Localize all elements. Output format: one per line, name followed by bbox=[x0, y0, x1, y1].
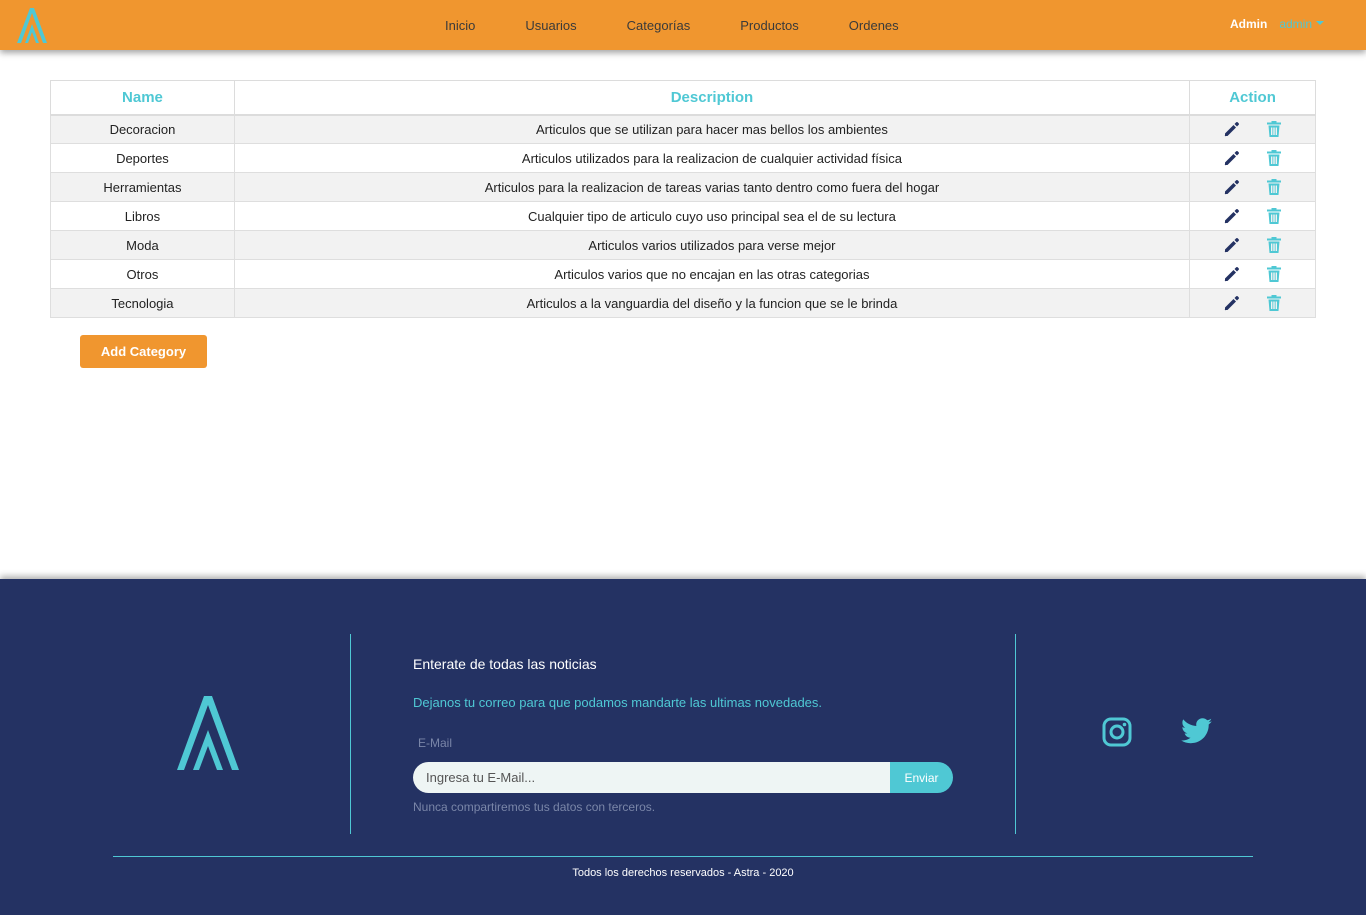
newsletter-subtitle: Dejanos tu correo para que podamos manda… bbox=[413, 695, 823, 710]
category-name: Otros bbox=[50, 259, 235, 289]
category-name: Moda bbox=[50, 230, 235, 260]
footer-divider-left bbox=[350, 634, 351, 834]
nav-links: Inicio Usuarios Categorías Productos Ord… bbox=[420, 0, 924, 50]
category-description: Articulos varios que no encajan en las o… bbox=[233, 259, 1191, 289]
table-row: Herramientas Articulos para la realizacio… bbox=[50, 172, 1316, 202]
newsletter-title: Enterate de todas las noticias bbox=[413, 656, 597, 672]
category-description: Cualquier tipo de articulo cuyo uso prin… bbox=[233, 201, 1191, 231]
trash-icon[interactable] bbox=[1265, 120, 1283, 138]
category-name: Herramientas bbox=[50, 172, 235, 202]
category-actions bbox=[1189, 143, 1316, 173]
submit-email-button[interactable]: Enviar bbox=[890, 762, 953, 793]
category-actions bbox=[1189, 288, 1316, 318]
category-description: Articulos varios utilizados para verse m… bbox=[233, 230, 1191, 260]
category-description: Articulos que se utilizan para hacer mas… bbox=[233, 114, 1191, 144]
column-header-action: Action bbox=[1189, 80, 1316, 116]
astra-footer-logo bbox=[177, 696, 239, 770]
copyright-text: Todos los derechos reservados - Astra - … bbox=[572, 867, 794, 879]
table-row: Libros Cualquier tipo de articulo cuyo us… bbox=[50, 201, 1316, 231]
trash-icon[interactable] bbox=[1265, 236, 1283, 254]
trash-icon[interactable] bbox=[1265, 294, 1283, 312]
table-body: Decoracion Articulos que se utilizan para… bbox=[50, 114, 1316, 318]
pencil-icon[interactable] bbox=[1223, 294, 1241, 312]
category-name: Deportes bbox=[50, 143, 235, 173]
trash-icon[interactable] bbox=[1265, 265, 1283, 283]
category-actions bbox=[1189, 201, 1316, 231]
footer: Enterate de todas las noticias Dejanos t… bbox=[0, 579, 1366, 915]
category-actions bbox=[1189, 172, 1316, 202]
add-category-button[interactable]: Add Category bbox=[80, 335, 207, 368]
nav-link-usuarios[interactable]: Usuarios bbox=[525, 18, 576, 33]
nav-link-productos[interactable]: Productos bbox=[740, 18, 799, 33]
table-row: Decoracion Articulos que se utilizan para… bbox=[50, 114, 1316, 144]
column-header-description: Description bbox=[233, 80, 1191, 116]
category-name: Decoracion bbox=[50, 114, 235, 144]
category-description: Articulos utilizados para la realizacion… bbox=[233, 143, 1191, 173]
pencil-icon[interactable] bbox=[1223, 120, 1241, 138]
astra-logo[interactable] bbox=[15, 6, 49, 44]
category-description: Articulos para la realizacion de tareas … bbox=[233, 172, 1191, 202]
user-name-dropdown[interactable]: admin bbox=[1279, 17, 1312, 31]
pencil-icon[interactable] bbox=[1223, 265, 1241, 283]
trash-icon[interactable] bbox=[1265, 178, 1283, 196]
email-help-text: Nunca compartiremos tus datos con tercer… bbox=[413, 800, 656, 814]
category-name: Libros bbox=[50, 201, 235, 231]
user-menu[interactable]: Admin admin bbox=[1230, 17, 1324, 31]
table-row: Deportes Articulos utilizados para la rea… bbox=[50, 143, 1316, 173]
table-row: Moda Articulos varios utilizados para ver… bbox=[50, 230, 1316, 260]
category-name: Tecnologia bbox=[50, 288, 235, 318]
categories-table: Name Description Action Decoracion Articu… bbox=[50, 80, 1316, 318]
pencil-icon[interactable] bbox=[1223, 149, 1241, 167]
footer-divider-horizontal bbox=[113, 856, 1253, 857]
category-description: Articulos a la vanguardia del diseño y l… bbox=[233, 288, 1191, 318]
caret-down-icon[interactable] bbox=[1316, 21, 1324, 25]
table-row: Otros Articulos varios que no encajan en … bbox=[50, 259, 1316, 289]
nav-link-ordenes[interactable]: Ordenes bbox=[849, 18, 899, 33]
pencil-icon[interactable] bbox=[1223, 178, 1241, 196]
user-role: Admin bbox=[1229, 17, 1268, 31]
category-actions bbox=[1189, 230, 1316, 260]
nav-link-categorias[interactable]: Categorías bbox=[627, 18, 691, 33]
email-input[interactable] bbox=[413, 762, 891, 793]
pencil-icon[interactable] bbox=[1223, 207, 1241, 225]
table-row: Tecnologia Articulos a la vanguardia del … bbox=[50, 288, 1316, 318]
category-actions bbox=[1189, 114, 1316, 144]
instagram-icon[interactable] bbox=[1102, 717, 1132, 747]
category-actions bbox=[1189, 259, 1316, 289]
categories-table-container: Name Description Action Decoracion Articu… bbox=[50, 80, 1316, 318]
column-header-name: Name bbox=[50, 80, 235, 116]
pencil-icon[interactable] bbox=[1223, 236, 1241, 254]
email-label: E-Mail bbox=[418, 736, 453, 750]
trash-icon[interactable] bbox=[1265, 149, 1283, 167]
top-navbar: Inicio Usuarios Categorías Productos Ord… bbox=[0, 0, 1366, 50]
nav-link-inicio[interactable]: Inicio bbox=[445, 18, 475, 33]
trash-icon[interactable] bbox=[1265, 207, 1283, 225]
table-header-row: Name Description Action bbox=[50, 80, 1316, 116]
twitter-icon[interactable] bbox=[1181, 717, 1213, 747]
footer-divider-right bbox=[1015, 634, 1016, 834]
